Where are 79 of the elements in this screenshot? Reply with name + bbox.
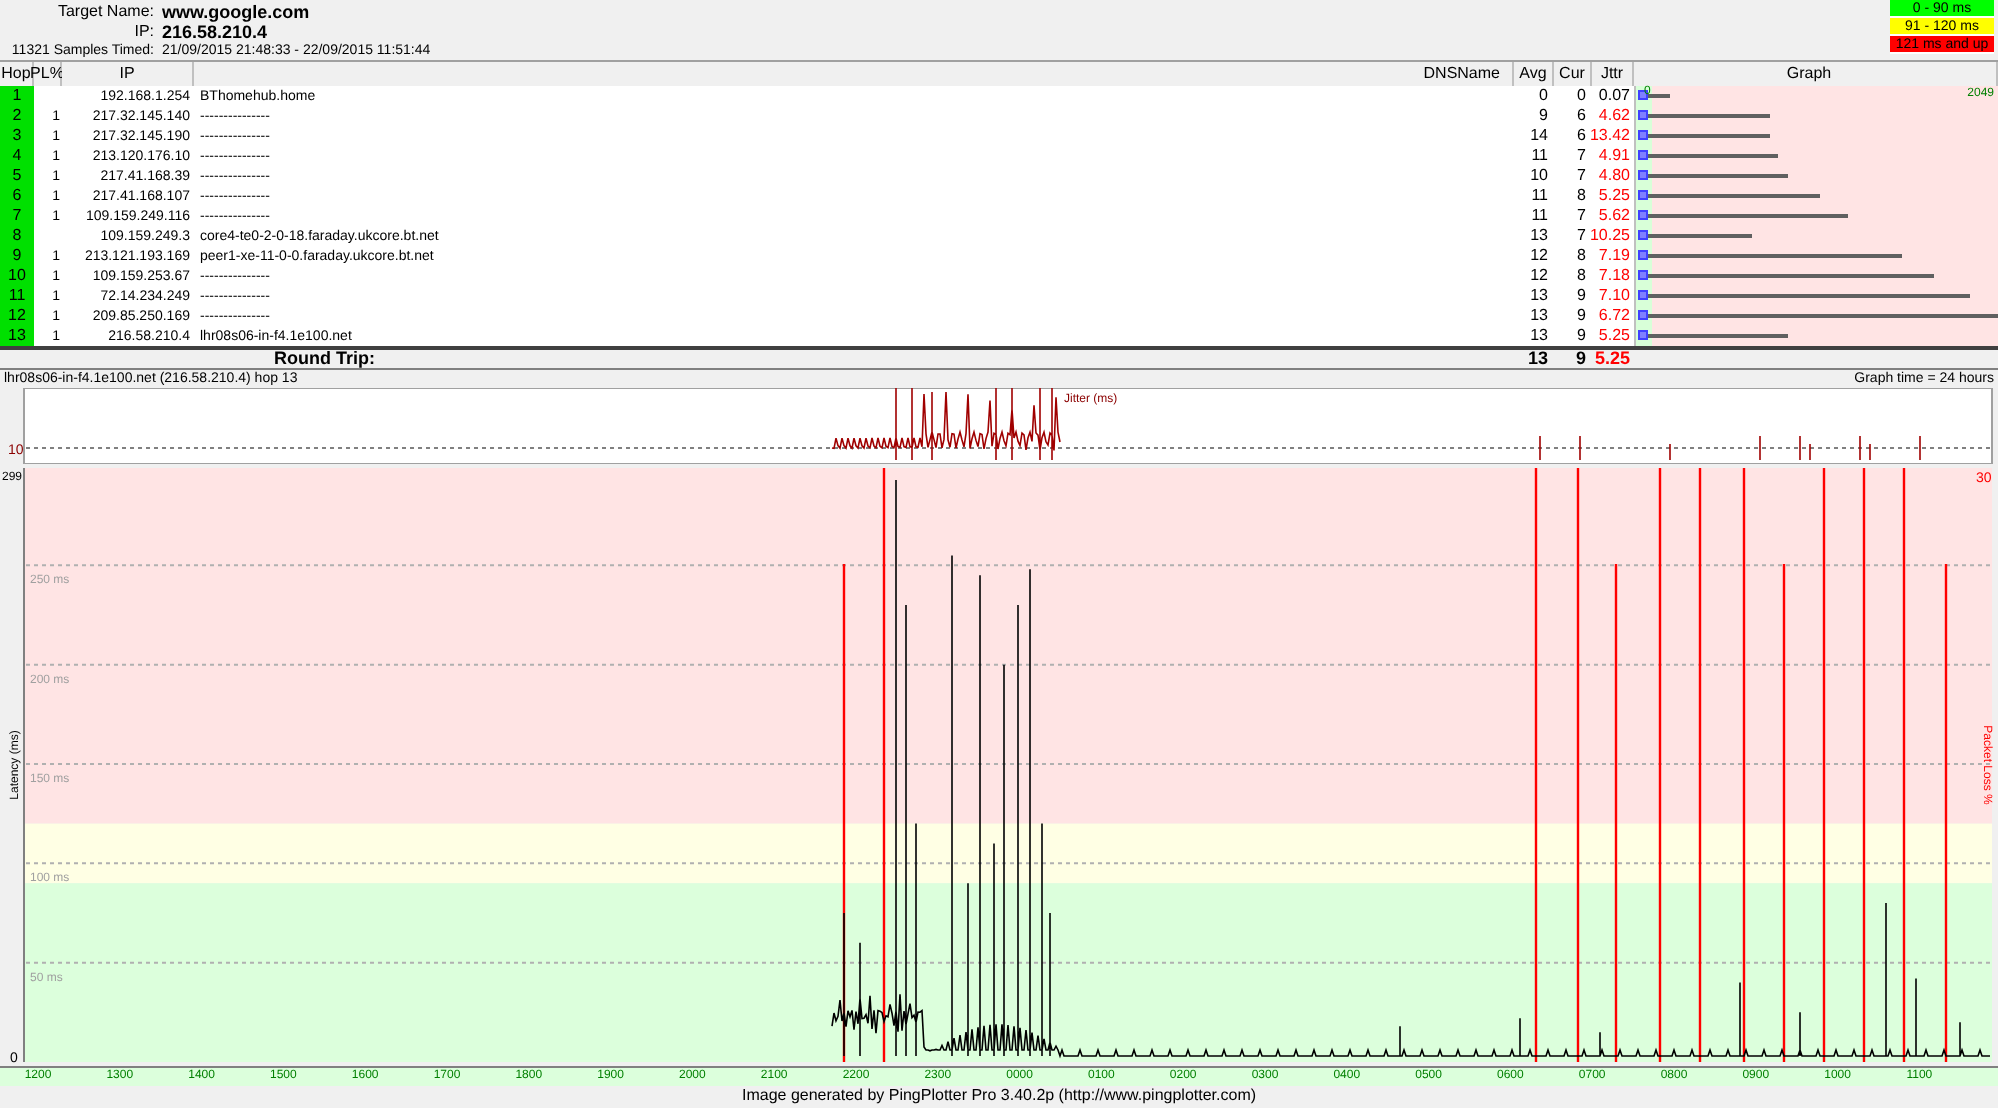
target-ip: 216.58.210.4 xyxy=(162,23,268,41)
sample-marker-icon xyxy=(1638,210,1648,220)
cur-cell-text: 8 xyxy=(1575,266,1588,286)
sample-marker-icon xyxy=(1638,90,1648,100)
hop-cell: 3 xyxy=(0,126,34,146)
target-name-label: Target Name: xyxy=(55,4,154,20)
target-name: www.google.com xyxy=(162,3,310,21)
sample-marker-icon xyxy=(1638,310,1648,320)
jitter-cell-text: 5.25 xyxy=(1596,326,1632,346)
hop-cell: 1 xyxy=(0,86,34,106)
jitter-cell-text: 5.62 xyxy=(1596,206,1632,226)
avg-cell-text: 14 xyxy=(1528,126,1550,146)
hop-cell: 4 xyxy=(0,146,34,166)
sample-marker-icon xyxy=(1638,130,1648,140)
sample-marker-icon xyxy=(1638,230,1648,240)
sample-marker-icon xyxy=(1638,150,1648,160)
avg-cell-text: 13 xyxy=(1528,286,1550,306)
cur-cell-text: 7 xyxy=(1575,206,1588,226)
avg-cell-text: 12 xyxy=(1528,266,1550,286)
jitter-cell-text: 7.19 xyxy=(1596,246,1632,266)
avg-cell-text: 11 xyxy=(1529,206,1550,226)
jitter-cell-text: 4.80 xyxy=(1596,166,1632,186)
jitter-cell-text: 0.07 xyxy=(1596,86,1632,106)
cur-cell-text: 9 xyxy=(1575,306,1588,326)
sample-marker-icon xyxy=(1638,170,1648,180)
cur-cell-text: 6 xyxy=(1575,126,1588,146)
sample-marker-icon xyxy=(1638,250,1648,260)
hop-cell: 10 xyxy=(0,266,34,286)
avg-cell-text: 11 xyxy=(1529,146,1550,166)
round-trip-avg: 13 xyxy=(1525,350,1550,368)
avg-cell-text: 13 xyxy=(1528,326,1550,346)
cur-cell-text: 8 xyxy=(1575,246,1588,266)
hop-cell: 9 xyxy=(0,246,34,266)
hop-cell: 2 xyxy=(0,106,34,126)
avg-cell-text: 13 xyxy=(1528,226,1550,246)
jitter-cell-text: 10.25 xyxy=(1592,226,1632,246)
sample-marker-icon xyxy=(1638,190,1648,200)
jitter-cell-text: 4.91 xyxy=(1596,146,1632,166)
cur-cell-text: 7 xyxy=(1575,146,1588,166)
sample-marker-icon xyxy=(1638,110,1648,120)
hop-cell: 7 xyxy=(0,206,34,226)
hop-cell: 8 xyxy=(0,226,34,246)
sample-marker-icon xyxy=(1638,330,1648,340)
avg-cell-text: 12 xyxy=(1528,246,1550,266)
hop-cell: 5 xyxy=(0,166,34,186)
avg-cell-text: 9 xyxy=(1537,106,1550,126)
hop-cell: 11 xyxy=(0,286,34,306)
cur-cell-text: 8 xyxy=(1575,186,1588,206)
avg-cell-text: 10 xyxy=(1528,166,1550,186)
ip-label: IP: xyxy=(132,24,154,40)
jitter-cell-text: 5.25 xyxy=(1596,186,1632,206)
jitter-cell-text: 4.62 xyxy=(1596,106,1632,126)
jitter-cell-text: 7.10 xyxy=(1596,286,1632,306)
column-header[interactable]: Hop xyxy=(0,62,34,86)
cur-cell-text: 0 xyxy=(1575,86,1588,106)
round-trip-jitter: 5.25 xyxy=(1592,350,1632,368)
column-header[interactable]: Cur xyxy=(1554,62,1592,86)
column-header[interactable]: PL% xyxy=(34,62,62,86)
jitter-cell-text: 6.72 xyxy=(1596,306,1632,326)
column-header[interactable]: IP xyxy=(62,62,194,86)
cur-cell-text: 6 xyxy=(1575,106,1588,126)
hop-cell: 12 xyxy=(0,306,34,326)
avg-cell-text: 0 xyxy=(1537,86,1550,106)
round-trip-label: Round Trip: xyxy=(272,350,377,368)
footer-credit: Image generated by PingPlotter Pro 3.40.2p (http://www.pingplotter.com) xyxy=(741,1088,1257,1104)
round-trip-cur: 9 xyxy=(1573,350,1588,368)
jitter-cell-text: 7.18 xyxy=(1596,266,1632,286)
jitter-cell-text: 13.42 xyxy=(1592,126,1632,146)
cur-cell-text: 9 xyxy=(1575,326,1588,346)
column-header[interactable]: Avg xyxy=(1514,62,1554,86)
hop-cell: 6 xyxy=(0,186,34,206)
avg-cell-text: 11 xyxy=(1529,186,1550,206)
cur-cell-text: 7 xyxy=(1575,166,1588,186)
cur-cell-text: 9 xyxy=(1575,286,1588,306)
hop-cell: 13 xyxy=(0,326,34,346)
sample-marker-icon xyxy=(1638,290,1648,300)
sample-marker-icon xyxy=(1638,270,1648,280)
avg-cell-text: 13 xyxy=(1528,306,1550,326)
cur-cell-text: 7 xyxy=(1575,226,1588,246)
